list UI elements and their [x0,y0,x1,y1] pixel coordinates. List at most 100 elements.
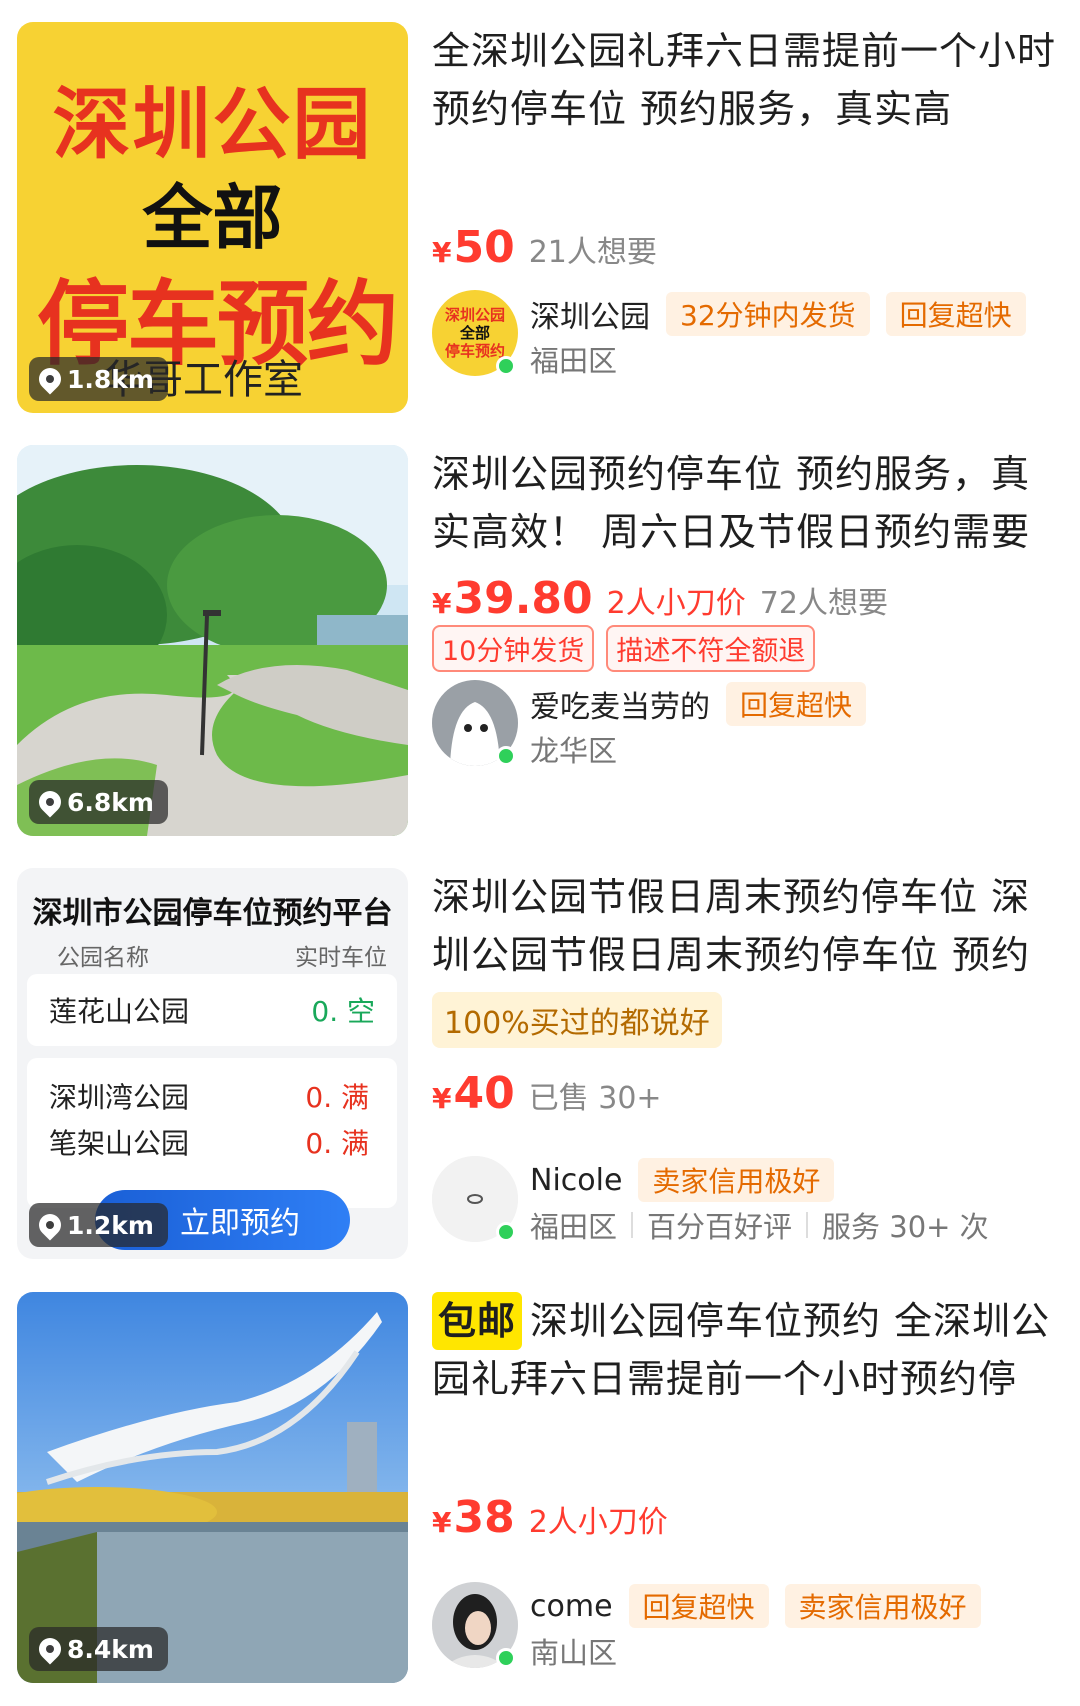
product-title[interactable]: 包邮 深圳公园停车位预约 全深圳公园礼拜六日需提前一个小时预约停 [432,1292,1062,1408]
thumb-columns: 公园名称 实时车位 [57,938,387,972]
product-list: 深圳公园 全部 停车预约 华哥工作室 1.8km 全深圳公园礼拜六日需提前一个小… [0,0,1080,1706]
seller-location-row: 福田区 百分百好评 服务 30+ 次 [530,1204,989,1246]
seller-tag: 卖家信用极好 [638,1158,835,1202]
seller-name: Nicole [530,1162,623,1198]
product-info: 深圳公园节假日周末预约停车位 深圳公园节假日周末预约停车位 预约 100%买过的… [432,868,1062,1278]
park-status: 0. 满 [305,1081,369,1114]
seller-info[interactable]: Nicole 卖家信用极好 福田区 百分百好评 服务 30+ 次 [432,1156,1062,1248]
online-status-dot [496,1222,516,1242]
price: ¥38 [432,1492,515,1543]
park-status: 0. 满 [305,1127,369,1160]
online-status-dot [496,356,516,376]
distance-text: 1.2km [67,1210,154,1240]
thumb-row: 莲花山公园 0. 空 [27,974,397,1046]
seller-info[interactable]: 深圳公园 全部 停车预约 深圳公园 32分钟内发货 回复超快 福田区 [432,290,1062,382]
distance-text: 8.4km [67,1634,154,1664]
seller-service-count: 服务 30+ 次 [822,1210,989,1244]
bargain-count: 2人小刀价 [606,586,746,621]
currency-symbol: ¥ [432,236,452,269]
waterfront-arch-photo [17,1292,408,1683]
want-count: 21人想要 [528,235,657,270]
product-thumbnail[interactable]: 深圳市公园停车位预约平台 公园名称 实时车位 莲花山公园 0. 空 深圳湾公园 … [17,868,408,1259]
product-title[interactable]: 全深圳公园礼拜六日需提前一个小时预约停车位 预约服务，真实高 [432,22,1062,138]
price: ¥50 [432,222,515,273]
seller-name-row: Nicole 卖家信用极好 [530,1158,835,1202]
service-badges: 10分钟发货 描述不符全额退 [432,625,816,672]
park-path-photo [17,445,408,836]
price-value: 38 [453,1492,515,1543]
seller-tag: 回复超快 [628,1584,769,1628]
price-value: 50 [453,222,515,273]
product-title[interactable]: 深圳公园预约停车位 预约服务，真实高效！ 周六日及节假日预约需要 [432,445,1062,561]
price-row: ¥50 21人想要 [432,222,657,273]
seller-location-row: 龙华区 [530,728,617,770]
thumb-header: 深圳市公园停车位预约平台 [32,896,393,931]
review-highlight: 100%买过的都说好 [432,992,722,1048]
product-card[interactable]: 6.8km 深圳公园预约停车位 预约服务，真实高效！ 周六日及节假日预约需要 ¥… [0,445,1080,855]
seller-info[interactable]: come 回复超快 卖家信用极好 南山区 [432,1582,1062,1674]
seller-location: 福田区 [530,344,618,378]
distance-badge: 1.8km [29,357,168,401]
currency-symbol: ¥ [432,1506,452,1539]
seller-tag: 回复超快 [726,682,867,726]
seller-tag: 32分钟内发货 [666,292,870,336]
avatar-text: 全部 [459,324,490,342]
seller-name-row: come 回复超快 卖家信用极好 [530,1584,981,1628]
distance-badge: 8.4km [29,1627,168,1671]
seller-location: 福田区 [530,1210,618,1244]
highlight-badges: 100%买过的都说好 [432,992,722,1048]
product-title-text: 深圳公园停车位预约 全深圳公园礼拜六日需提前一个小时预约停 [432,1299,1051,1401]
price: ¥39.80 [432,573,593,624]
online-status-dot [496,1648,516,1668]
thumb-column: 公园名称 [57,945,149,971]
currency-symbol: ¥ [432,1082,452,1115]
currency-symbol: ¥ [432,587,452,620]
seller-name-row: 深圳公园 32分钟内发货 回复超快 [530,292,1026,336]
product-card[interactable]: 8.4km 包邮 深圳公园停车位预约 全深圳公园礼拜六日需提前一个小时预约停 ¥3… [0,1292,1080,1702]
avatar-text: 深圳公园 [444,306,505,324]
seller-name: 爱吃麦当劳的 [530,690,710,725]
service-badge: 10分钟发货 [432,625,595,672]
free-shipping-tag: 包邮 [432,1292,523,1350]
product-title[interactable]: 深圳公园节假日周末预约停车位 深圳公园节假日周末预约停车位 预约 [432,868,1062,984]
seller-name: 深圳公园 [530,300,650,335]
bargain-count: 2人小刀价 [528,1505,668,1540]
park-name: 深圳湾公园 [49,1081,190,1114]
thumb-text: 全部 [142,177,283,259]
price-value: 39.80 [453,573,593,624]
price-value: 40 [453,1068,515,1119]
product-info: 深圳公园预约停车位 预约服务，真实高效！ 周六日及节假日预约需要 ¥39.80 … [432,445,1062,855]
seller-info[interactable]: 爱吃麦当劳的 回复超快 龙华区 [432,680,1062,772]
seller-rating: 百分百好评 [647,1210,793,1244]
product-thumbnail[interactable]: 8.4km [17,1292,408,1683]
thumb-text: 深圳公园 [52,79,373,170]
location-pin-icon [34,786,66,818]
product-card[interactable]: 深圳市公园停车位预约平台 公园名称 实时车位 莲花山公园 0. 空 深圳湾公园 … [0,868,1080,1278]
divider [631,1212,634,1238]
seller-name: come [530,1588,613,1624]
product-info: 全深圳公园礼拜六日需提前一个小时预约停车位 预约服务，真实高 ¥50 21人想要… [432,22,1062,432]
product-card[interactable]: 深圳公园 全部 停车预约 华哥工作室 1.8km 全深圳公园礼拜六日需提前一个小… [0,22,1080,432]
location-pin-icon [34,363,66,395]
location-pin-icon [34,1209,66,1241]
park-name: 笔架山公园 [49,1127,190,1160]
seller-tag: 回复超快 [885,292,1026,336]
seller-name-row: 爱吃麦当劳的 回复超快 [530,682,867,726]
product-thumbnail[interactable]: 深圳公园 全部 停车预约 华哥工作室 1.8km [17,22,408,413]
divider [806,1212,809,1238]
avatar-text: 停车预约 [444,342,505,360]
price-row: ¥40 已售 30+ [432,1068,662,1119]
want-count: 72人想要 [759,586,888,621]
seller-location: 龙华区 [530,734,618,768]
distance-badge: 6.8km [29,780,168,824]
service-badge: 描述不符全额退 [606,625,816,672]
product-thumbnail[interactable]: 6.8km [17,445,408,836]
seller-location-row: 福田区 [530,338,617,380]
price-row: ¥38 2人小刀价 [432,1492,668,1543]
online-status-dot [496,746,516,766]
park-status: 0. 空 [311,995,375,1028]
sold-count: 已售 30+ [528,1081,662,1116]
seller-location-row: 南山区 [530,1630,617,1672]
location-pin-icon [34,1633,66,1665]
distance-text: 1.8km [67,364,154,394]
